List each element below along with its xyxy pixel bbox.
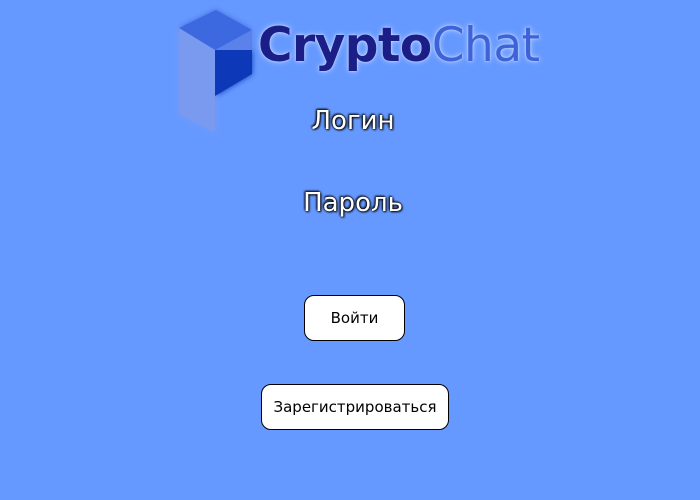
- logo-text-crypto: Crypto: [258, 18, 432, 73]
- login-button[interactable]: Войти: [304, 295, 405, 341]
- register-button[interactable]: Зарегистрироваться: [261, 384, 449, 430]
- logo-text-chat: Chat: [431, 18, 540, 73]
- login-label: Логин: [311, 106, 395, 136]
- password-label: Пароль: [303, 188, 403, 218]
- logo-wordmark: CryptoChat: [258, 22, 540, 69]
